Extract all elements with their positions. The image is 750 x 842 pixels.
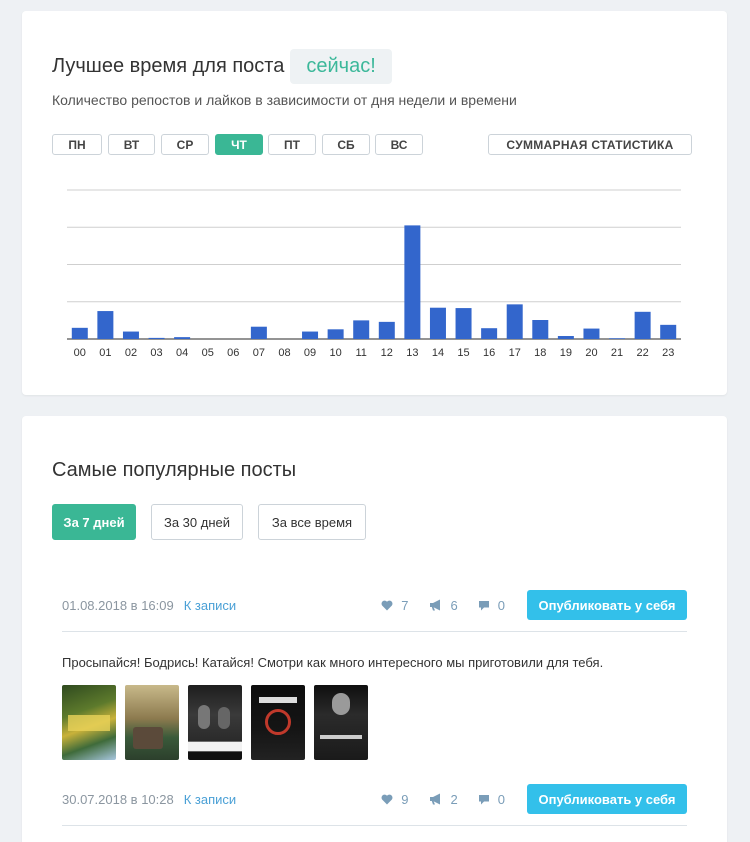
x-tick-label: 18	[534, 347, 546, 359]
post-image[interactable]	[125, 685, 179, 760]
x-tick-label: 13	[406, 347, 418, 359]
bar-11[interactable]	[353, 320, 370, 339]
comments-count: 0	[497, 597, 505, 613]
likes-stat: 9	[381, 791, 409, 807]
x-tick-label: 04	[176, 347, 188, 359]
bar-15[interactable]	[455, 308, 472, 339]
post-image[interactable]	[62, 685, 116, 760]
x-tick-label: 01	[99, 347, 111, 359]
bar-04[interactable]	[174, 337, 191, 339]
bar-22[interactable]	[634, 311, 651, 339]
comment-icon	[478, 600, 489, 610]
post-link[interactable]: К записи	[184, 598, 236, 613]
heart-icon	[381, 794, 393, 804]
x-tick-label: 20	[585, 347, 597, 359]
publish-button[interactable]: Опубликовать у себя	[527, 784, 687, 814]
x-tick-label: 23	[662, 347, 674, 359]
megaphone-icon	[429, 599, 440, 611]
reposts-stat: 2	[429, 792, 458, 807]
x-tick-label: 17	[509, 347, 521, 359]
post-image[interactable]	[188, 685, 242, 760]
megaphone-icon	[429, 793, 440, 805]
reposts-count: 2	[450, 791, 458, 807]
x-tick-label: 03	[150, 347, 162, 359]
popular-posts-card: Самые популярные посты За 7 дней За 30 д…	[22, 416, 727, 842]
post-meta-row: 30.07.2018 в 10:28 К записи 9 2 0 Опубли…	[62, 784, 687, 814]
bar-18[interactable]	[532, 320, 549, 339]
bar-13[interactable]	[404, 225, 421, 339]
x-tick-label: 15	[457, 347, 469, 359]
x-tick-label: 09	[304, 347, 316, 359]
reposts-stat: 6	[429, 598, 458, 613]
post-image[interactable]	[251, 685, 305, 760]
bar-17[interactable]	[506, 304, 523, 339]
period-all-time-button[interactable]: За все время	[258, 504, 366, 540]
period-30-days-button[interactable]: За 30 дней	[151, 504, 243, 540]
likes-stat: 7	[381, 597, 409, 613]
x-tick-label: 22	[637, 347, 649, 359]
x-tick-label: 08	[278, 347, 290, 359]
post-date: 30.07.2018 в 10:28	[62, 791, 174, 807]
bar-10[interactable]	[327, 329, 344, 339]
bar-01[interactable]	[97, 311, 114, 339]
x-tick-label: 11	[355, 347, 366, 359]
post-divider	[62, 631, 687, 632]
x-tick-label: 02	[125, 347, 137, 359]
bar-12[interactable]	[378, 321, 395, 339]
x-tick-label: 21	[611, 347, 623, 359]
post-images	[62, 685, 377, 760]
hourly-bar-chart: 00 01 02 03 04 05 06 07 08 09 10 11 12 13 14 15 16 17 18 19…	[67, 189, 681, 359]
x-tick-label: 00	[74, 347, 86, 359]
post-text: Просыпайся! Бодрись! Катайся! Смотри как…	[62, 655, 604, 670]
likes-count: 7	[401, 597, 409, 613]
heart-icon	[381, 600, 393, 610]
bar-07[interactable]	[250, 326, 267, 339]
bar-20[interactable]	[583, 328, 600, 339]
comment-icon	[478, 794, 489, 804]
post-link[interactable]: К записи	[184, 792, 236, 807]
post-divider	[62, 825, 687, 826]
best-time-card: Лучшее время для поста сейчас! Количеств…	[22, 11, 727, 395]
bar-19[interactable]	[557, 336, 574, 339]
bar-03[interactable]	[148, 337, 165, 339]
reposts-count: 6	[450, 597, 458, 613]
x-tick-label: 16	[483, 347, 495, 359]
bar-09[interactable]	[302, 331, 319, 339]
x-tick-label: 07	[253, 347, 265, 359]
post-meta-row: 01.08.2018 в 16:09 К записи 7 6 0 Опубли…	[62, 590, 687, 620]
popular-posts-title: Самые популярные посты	[52, 459, 297, 481]
likes-count: 9	[401, 791, 409, 807]
bar-21[interactable]	[609, 338, 626, 339]
comments-stat: 0	[478, 792, 505, 807]
x-tick-label: 19	[560, 347, 572, 359]
publish-button[interactable]: Опубликовать у себя	[527, 590, 687, 620]
bar-16[interactable]	[481, 328, 498, 339]
bar-14[interactable]	[429, 307, 446, 339]
comments-stat: 0	[478, 598, 505, 613]
x-tick-label: 10	[330, 347, 342, 359]
x-tick-label: 12	[381, 347, 393, 359]
bar-00[interactable]	[71, 327, 88, 339]
post-date: 01.08.2018 в 16:09	[62, 597, 174, 613]
post-image[interactable]	[314, 685, 368, 760]
x-tick-label: 05	[202, 347, 214, 359]
period-7-days-button[interactable]: За 7 дней	[52, 504, 136, 540]
bar-02[interactable]	[122, 331, 139, 339]
x-tick-label: 06	[227, 347, 239, 359]
bar-23[interactable]	[660, 324, 677, 339]
x-tick-label: 14	[432, 347, 444, 359]
comments-count: 0	[497, 791, 505, 807]
